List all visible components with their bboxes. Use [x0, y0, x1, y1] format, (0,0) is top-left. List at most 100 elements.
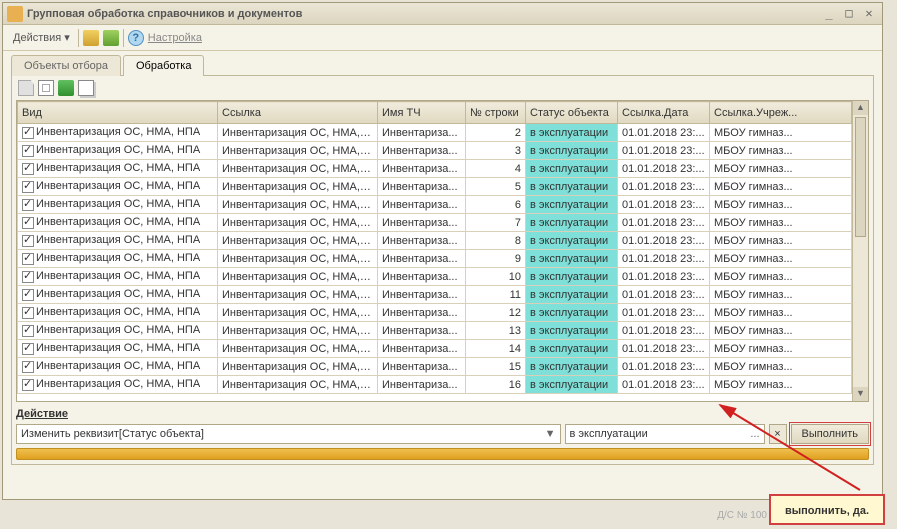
table-row[interactable]: Инвентаризация ОС, НМА, НПАИнвентаризаци…	[18, 124, 852, 142]
col-ssylka[interactable]: Ссылка	[218, 102, 378, 124]
cell-tch: Инвентариза...	[378, 178, 466, 196]
copy-icon[interactable]	[78, 80, 94, 96]
table-row[interactable]: Инвентаризация ОС, НМА, НПАИнвентаризаци…	[18, 340, 852, 358]
cell-n: 6	[466, 196, 526, 214]
cell-vid: Инвентаризация ОС, НМА, НПА	[36, 342, 200, 354]
table-row[interactable]: Инвентаризация ОС, НМА, НПАИнвентаризаци…	[18, 322, 852, 340]
titlebar[interactable]: Групповая обработка справочников и докум…	[3, 3, 882, 25]
clear-value-button[interactable]: ×	[769, 424, 787, 444]
table-row[interactable]: Инвентаризация ОС, НМА, НПАИнвентаризаци…	[18, 196, 852, 214]
table-row[interactable]: Инвентаризация ОС, НМА, НПАИнвентаризаци…	[18, 178, 852, 196]
minimize-button[interactable]: _	[820, 6, 838, 22]
grid-table: Вид Ссылка Имя ТЧ № строки Статус объект…	[17, 101, 852, 394]
execute-button[interactable]: Выполнить	[791, 424, 869, 444]
help-icon[interactable]: ?	[128, 30, 144, 46]
cell-ssylka: Инвентаризация ОС, НМА, НП...	[218, 304, 378, 322]
cell-uch: МБОУ гимназ...	[710, 178, 852, 196]
cell-ssylka: Инвентаризация ОС, НМА, НП...	[218, 268, 378, 286]
cell-status: в эксплуатации	[526, 268, 618, 286]
col-imya-tch[interactable]: Имя ТЧ	[378, 102, 466, 124]
cell-ssylka: Инвентаризация ОС, НМА, НП...	[218, 178, 378, 196]
cell-status: в эксплуатации	[526, 196, 618, 214]
table-row[interactable]: Инвентаризация ОС, НМА, НПАИнвентаризаци…	[18, 214, 852, 232]
scroll-down-button[interactable]: ▼	[853, 387, 868, 401]
table-row[interactable]: Инвентаризация ОС, НМА, НПАИнвентаризаци…	[18, 268, 852, 286]
cell-data: 01.01.2018 23:...	[618, 250, 710, 268]
table-row[interactable]: Инвентаризация ОС, НМА, НПАИнвентаризаци…	[18, 142, 852, 160]
tab-processing[interactable]: Обработка	[123, 55, 204, 76]
cell-vid: Инвентаризация ОС, НМА, НПА	[36, 306, 200, 318]
row-checkbox[interactable]	[22, 235, 34, 247]
cell-status: в эксплуатации	[526, 304, 618, 322]
row-checkbox[interactable]	[22, 307, 34, 319]
select-icon[interactable]	[38, 80, 54, 96]
table-row[interactable]: Инвентаризация ОС, НМА, НПАИнвентаризаци…	[18, 286, 852, 304]
value-select-button[interactable]: ...	[750, 428, 759, 440]
col-uchrezh[interactable]: Ссылка.Учреж...	[710, 102, 852, 124]
cell-tch: Инвентариза...	[378, 358, 466, 376]
row-checkbox[interactable]	[22, 145, 34, 157]
cell-data: 01.01.2018 23:...	[618, 178, 710, 196]
settings-link[interactable]: Настройка	[148, 32, 202, 44]
cell-n: 2	[466, 124, 526, 142]
table-row[interactable]: Инвентаризация ОС, НМА, НПАИнвентаризаци…	[18, 250, 852, 268]
scroll-thumb[interactable]	[855, 117, 866, 237]
action-section: Действие Изменить реквизит[Статус объект…	[16, 408, 869, 460]
cell-status: в эксплуатации	[526, 124, 618, 142]
row-checkbox[interactable]	[22, 163, 34, 175]
cell-data: 01.01.2018 23:...	[618, 340, 710, 358]
edit-icon[interactable]	[18, 80, 34, 96]
row-checkbox[interactable]	[22, 199, 34, 211]
action-value-input[interactable]: в эксплуатации ...	[565, 424, 765, 444]
cell-n: 16	[466, 376, 526, 394]
row-checkbox[interactable]	[22, 325, 34, 337]
maximize-button[interactable]: □	[840, 6, 858, 22]
row-checkbox[interactable]	[22, 289, 34, 301]
row-checkbox[interactable]	[22, 181, 34, 193]
row-checkbox[interactable]	[22, 127, 34, 139]
check-all-icon[interactable]	[58, 80, 74, 96]
cell-ssylka: Инвентаризация ОС, НМА, НП...	[218, 160, 378, 178]
content-area: Объекты отбора Обработка Вид	[3, 51, 882, 473]
vertical-scrollbar[interactable]: ▲ ▼	[852, 101, 868, 401]
table-row[interactable]: Инвентаризация ОС, НМА, НПАИнвентаризаци…	[18, 376, 852, 394]
cell-ssylka: Инвентаризация ОС, НМА, НП...	[218, 196, 378, 214]
col-n-stroki[interactable]: № строки	[466, 102, 526, 124]
row-checkbox[interactable]	[22, 379, 34, 391]
table-row[interactable]: Инвентаризация ОС, НМА, НПА Инвентаризаци…	[18, 304, 852, 322]
cell-data: 01.01.2018 23:...	[618, 124, 710, 142]
main-window: Групповая обработка справочников и докум…	[2, 2, 883, 500]
row-checkbox[interactable]	[22, 361, 34, 373]
toolbar-icon-2[interactable]	[103, 30, 119, 46]
col-vid[interactable]: Вид	[18, 102, 218, 124]
bottom-status-text: Д/С № 100	[717, 510, 767, 521]
cell-vid: Инвентаризация ОС, НМА, НПА	[36, 360, 200, 372]
cell-status: в эксплуатации	[526, 160, 618, 178]
cell-data: 01.01.2018 23:...	[618, 322, 710, 340]
cell-status: в эксплуатации	[526, 358, 618, 376]
row-checkbox[interactable]	[22, 343, 34, 355]
row-checkbox[interactable]	[22, 217, 34, 229]
col-data[interactable]: Ссылка.Дата	[618, 102, 710, 124]
cell-status: в эксплуатации	[526, 286, 618, 304]
toolbar-icon-1[interactable]	[83, 30, 99, 46]
row-checkbox[interactable]	[22, 271, 34, 283]
table-row[interactable]: Инвентаризация ОС, НМА, НПАИнвентаризаци…	[18, 358, 852, 376]
table-row[interactable]: Инвентаризация ОС, НМА, НПАИнвентаризаци…	[18, 160, 852, 178]
tab-objects-filter[interactable]: Объекты отбора	[11, 55, 121, 76]
cell-ssylka: Инвентаризация ОС, НМА, НП...	[218, 322, 378, 340]
close-button[interactable]: ✕	[860, 6, 878, 22]
cell-vid: Инвентаризация ОС, НМА, НПА	[36, 252, 200, 264]
cell-uch: МБОУ гимназ...	[710, 322, 852, 340]
action-type-select[interactable]: Изменить реквизит[Статус объекта] ▼	[16, 424, 561, 444]
tab-bar: Объекты отбора Обработка	[11, 55, 874, 76]
window-title: Групповая обработка справочников и докум…	[27, 8, 818, 20]
actions-menu-button[interactable]: Действия ▾	[9, 29, 74, 46]
data-grid: Вид Ссылка Имя ТЧ № строки Статус объект…	[16, 100, 869, 402]
table-row[interactable]: Инвентаризация ОС, НМА, НПАИнвентаризаци…	[18, 232, 852, 250]
scroll-up-button[interactable]: ▲	[853, 101, 868, 115]
col-status[interactable]: Статус объекта	[526, 102, 618, 124]
cell-data: 01.01.2018 23:...	[618, 142, 710, 160]
row-checkbox[interactable]	[22, 253, 34, 265]
cell-status: в эксплуатации	[526, 322, 618, 340]
